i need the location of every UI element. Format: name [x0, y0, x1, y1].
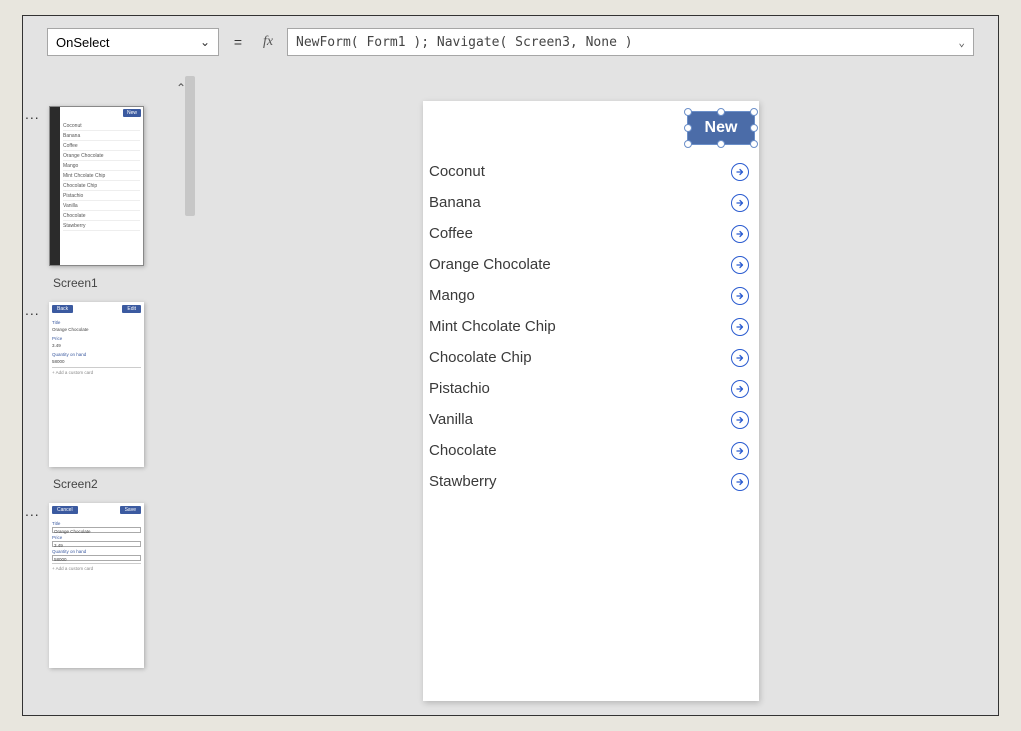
thumb-new-button: New: [123, 109, 141, 117]
screen2-thumbnail[interactable]: Back Edit Title Orange Chocolate Price 3…: [49, 302, 144, 467]
app-frame: OnSelect ⌄ = fx NewForm( Form1 ); Naviga…: [22, 15, 999, 716]
screen-thumbnail-group: ... Cancel Save Title Orange Chocolate P…: [23, 503, 188, 668]
screen3-thumbnail[interactable]: Cancel Save Title Orange Chocolate Price…: [49, 503, 144, 668]
arrow-right-circle-icon[interactable]: [731, 473, 749, 491]
formula-text: NewForm( Form1 ); Navigate( Screen3, Non…: [296, 35, 633, 50]
gallery-item-label: Orange Chocolate: [429, 256, 551, 273]
screen1-thumbnail[interactable]: New Coconut Banana Coffee Orange Chocola…: [49, 106, 144, 266]
formula-bar: OnSelect ⌄ = fx NewForm( Form1 ); Naviga…: [47, 28, 974, 56]
selection-handle[interactable]: [717, 108, 725, 116]
gallery-row[interactable]: Chocolate Chip: [429, 342, 753, 373]
gallery-item-label: Coconut: [429, 163, 485, 180]
new-button[interactable]: New: [687, 111, 755, 145]
property-name: OnSelect: [56, 35, 109, 50]
gallery-row[interactable]: Chocolate: [429, 435, 753, 466]
thumb-edit-button: Edit: [122, 305, 141, 313]
arrow-right-circle-icon[interactable]: [731, 318, 749, 336]
fx-icon[interactable]: fx: [257, 34, 279, 50]
screen-label[interactable]: Screen1: [53, 276, 188, 290]
gallery-row[interactable]: Coconut: [429, 156, 753, 187]
more-icon[interactable]: ...: [25, 106, 40, 122]
gallery-item-label: Vanilla: [429, 411, 473, 428]
chevron-down-icon: ⌄: [200, 35, 210, 49]
screen-thumbnail-group: ... New Coconut Banana Coffee Orange Cho…: [23, 106, 188, 290]
gallery-row[interactable]: Banana: [429, 187, 753, 218]
gallery-item-label: Coffee: [429, 225, 473, 242]
equals-symbol: =: [227, 28, 249, 56]
selection-handle[interactable]: [684, 108, 692, 116]
arrow-right-circle-icon[interactable]: [731, 442, 749, 460]
gallery[interactable]: Coconut Banana Coffee Orange Chocolate Mango…: [423, 156, 759, 497]
arrow-right-circle-icon[interactable]: [731, 194, 749, 212]
new-button-label: New: [705, 119, 738, 137]
gallery-item-label: Banana: [429, 194, 481, 211]
screen-thumbnail-group: ... Back Edit Title Orange Chocolate Pri…: [23, 302, 188, 491]
selection-handle[interactable]: [750, 124, 758, 132]
gallery-item-label: Mint Chcolate Chip: [429, 318, 556, 335]
gallery-item-label: Stawberry: [429, 473, 497, 490]
gallery-row[interactable]: Mango: [429, 280, 753, 311]
arrow-right-circle-icon[interactable]: [731, 380, 749, 398]
arrow-right-circle-icon[interactable]: [731, 411, 749, 429]
arrow-right-circle-icon[interactable]: [731, 256, 749, 274]
gallery-item-label: Chocolate Chip: [429, 349, 532, 366]
design-canvas[interactable]: New Coconut Banana Coffee Orange Chocolate M…: [203, 76, 998, 715]
thumb-cancel-button: Cancel: [52, 506, 78, 514]
formula-input[interactable]: NewForm( Form1 ); Navigate( Screen3, Non…: [287, 28, 974, 56]
screens-panel: ⌃ ... New Coconut Banana Coffee Orange C…: [23, 76, 188, 715]
selection-handle[interactable]: [750, 108, 758, 116]
thumb-list: Coconut Banana Coffee Orange Chocolate M…: [63, 121, 140, 231]
thumb-back-button: Back: [52, 305, 73, 313]
gallery-row[interactable]: Pistachio: [429, 373, 753, 404]
gallery-item-label: Chocolate: [429, 442, 497, 459]
gallery-row[interactable]: Stawberry: [429, 466, 753, 497]
arrow-right-circle-icon[interactable]: [731, 287, 749, 305]
chevron-down-icon[interactable]: ⌄: [958, 36, 965, 49]
arrow-right-circle-icon[interactable]: [731, 225, 749, 243]
gallery-item-label: Pistachio: [429, 380, 490, 397]
gallery-row[interactable]: Mint Chcolate Chip: [429, 311, 753, 342]
selection-handle[interactable]: [684, 124, 692, 132]
thumb-save-button: Save: [120, 506, 141, 514]
more-icon[interactable]: ...: [25, 302, 40, 318]
gallery-row[interactable]: Vanilla: [429, 404, 753, 435]
selection-handle[interactable]: [684, 140, 692, 148]
selection-handle[interactable]: [750, 140, 758, 148]
gallery-row[interactable]: Coffee: [429, 218, 753, 249]
gallery-row[interactable]: Orange Chocolate: [429, 249, 753, 280]
gallery-item-label: Mango: [429, 287, 475, 304]
more-icon[interactable]: ...: [25, 503, 40, 519]
arrow-right-circle-icon[interactable]: [731, 349, 749, 367]
screen-label[interactable]: Screen2: [53, 477, 188, 491]
arrow-right-circle-icon[interactable]: [731, 163, 749, 181]
app-header: New: [423, 101, 759, 156]
app-screen[interactable]: New Coconut Banana Coffee Orange Chocolate M…: [423, 101, 759, 701]
selection-handle[interactable]: [717, 140, 725, 148]
property-selector[interactable]: OnSelect ⌄: [47, 28, 219, 56]
